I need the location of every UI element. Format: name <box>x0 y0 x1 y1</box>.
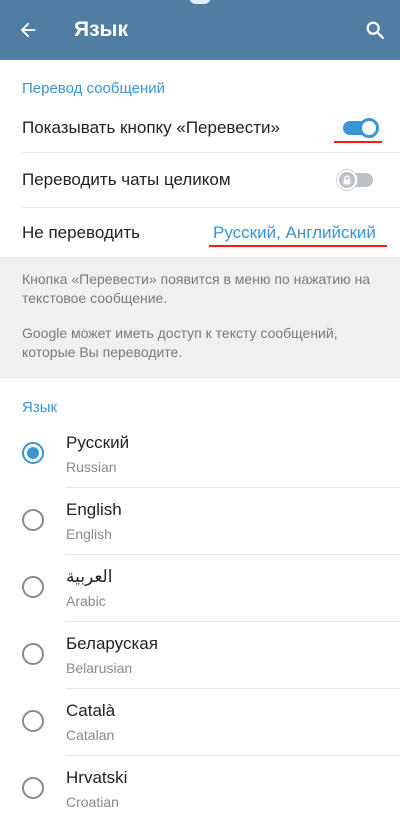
show-translate-button-row[interactable]: Показывать кнопку «Перевести» <box>0 104 400 152</box>
language-item[interactable]: English English <box>0 487 400 554</box>
language-subtitle: Russian <box>66 459 117 475</box>
toggle-knob <box>337 170 357 190</box>
translate-chats-toggle[interactable] <box>337 170 375 190</box>
do-not-translate-row[interactable]: Не переводить Русский, Английский <box>0 208 400 257</box>
language-item[interactable]: Беларуская Belarusian <box>0 621 400 688</box>
language-name: Русский <box>66 433 130 452</box>
app-bar: Язык <box>0 0 400 60</box>
show-translate-button-label: Показывать кнопку «Перевести» <box>22 118 280 137</box>
translate-chats-label: Переводить чаты целиком <box>22 170 231 189</box>
back-button[interactable] <box>8 10 48 50</box>
language-item[interactable]: Hrvatski Croatian <box>0 755 400 814</box>
lock-icon <box>343 175 351 185</box>
info-text-translate-button: Кнопка «Перевести» появится в меню по на… <box>22 271 371 306</box>
info-text-google: Google может иметь доступ к тексту сообщ… <box>22 325 338 360</box>
language-subtitle: Croatian <box>66 794 119 810</box>
show-translate-button-toggle[interactable] <box>341 118 379 138</box>
language-name: العربية <box>66 567 113 586</box>
radio-button[interactable] <box>22 643 44 665</box>
arrow-left-icon <box>20 22 36 38</box>
language-subtitle: Belarusian <box>66 660 133 676</box>
radio-button[interactable] <box>22 777 44 799</box>
language-subtitle: Catalan <box>66 727 115 743</box>
annotation-underline <box>334 141 382 143</box>
radio-button[interactable] <box>22 509 44 531</box>
language-subtitle: Arabic <box>66 593 106 609</box>
language-item[interactable]: Русский Russian <box>0 420 400 487</box>
info-block: Кнопка «Перевести» появится в меню по на… <box>0 257 400 378</box>
radio-button[interactable] <box>22 576 44 598</box>
section-header-language: Язык <box>22 399 58 416</box>
do-not-translate-label: Не переводить <box>22 223 141 242</box>
page-title: Язык <box>74 18 128 41</box>
language-name: Català <box>66 701 116 720</box>
language-subtitle: English <box>66 526 112 542</box>
do-not-translate-value[interactable]: Русский, Английский <box>213 222 376 244</box>
toggle-knob <box>359 118 379 138</box>
language-item[interactable]: Català Catalan <box>0 688 400 755</box>
annotation-underline <box>209 245 387 247</box>
section-header-translation: Перевод сообщений <box>22 80 166 97</box>
camera-notch <box>189 0 211 4</box>
language-name: Hrvatski <box>66 768 128 787</box>
translate-chats-row[interactable]: Переводить чаты целиком <box>0 153 400 207</box>
radio-button-selected[interactable] <box>22 442 44 464</box>
radio-button[interactable] <box>22 710 44 732</box>
language-name: English <box>66 500 122 519</box>
language-item[interactable]: العربية Arabic <box>0 554 400 621</box>
language-name: Беларуская <box>66 634 158 653</box>
search-icon <box>366 21 384 39</box>
search-button[interactable] <box>355 10 395 50</box>
